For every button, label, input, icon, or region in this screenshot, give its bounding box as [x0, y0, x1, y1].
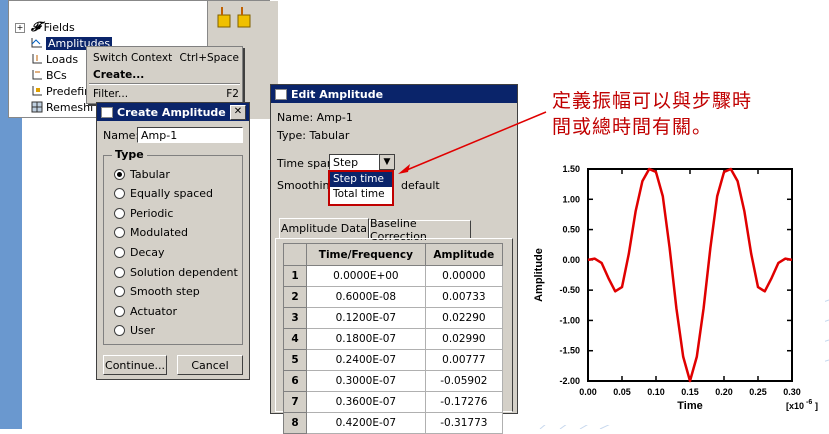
- y-tick-label: -1.00: [559, 315, 580, 325]
- x-tick-label: 0.30: [783, 387, 801, 397]
- x-tick-label: 0.05: [613, 387, 631, 397]
- x-multiplier-label: [x10: [786, 401, 804, 411]
- annotation-text: 定義振幅可以與步驟時 間或總時間有關。: [552, 88, 752, 140]
- y-tick-label: -0.50: [559, 285, 580, 295]
- x-tick-label: 0.15: [681, 387, 699, 397]
- x-tick-label: 0.00: [579, 387, 597, 397]
- chart-svg: 1.501.000.500.00-0.50-1.00-1.50-2.000.00…: [520, 155, 825, 425]
- x-tick-label: 0.10: [647, 387, 665, 397]
- amplitude-chart: 1.50 1.00 0.50 0.00 -0.50 -1.00 -1.50 -2.00 0.00…: [520, 155, 825, 425]
- annotation-line: 定義振幅可以與步驟時: [552, 90, 753, 112]
- x-tick-label: 0.25: [749, 387, 767, 397]
- y-tick-label: 0.00: [562, 255, 580, 265]
- y-tick-label: -1.50: [559, 346, 580, 356]
- x-axis-label: Time: [677, 400, 702, 412]
- y-tick-label: 1.50: [562, 164, 580, 174]
- y-tick-label: 1.00: [562, 194, 580, 204]
- x-multiplier-exponent: -6: [806, 399, 812, 406]
- x-multiplier-close: ]: [815, 401, 818, 411]
- annotation-line: 間或總時間有關。: [552, 116, 713, 138]
- y-tick-label: -2.00: [559, 376, 580, 386]
- y-tick-label: 0.50: [562, 225, 580, 235]
- y-axis-label: Amplitude: [533, 248, 545, 302]
- x-tick-label: 0.20: [715, 387, 733, 397]
